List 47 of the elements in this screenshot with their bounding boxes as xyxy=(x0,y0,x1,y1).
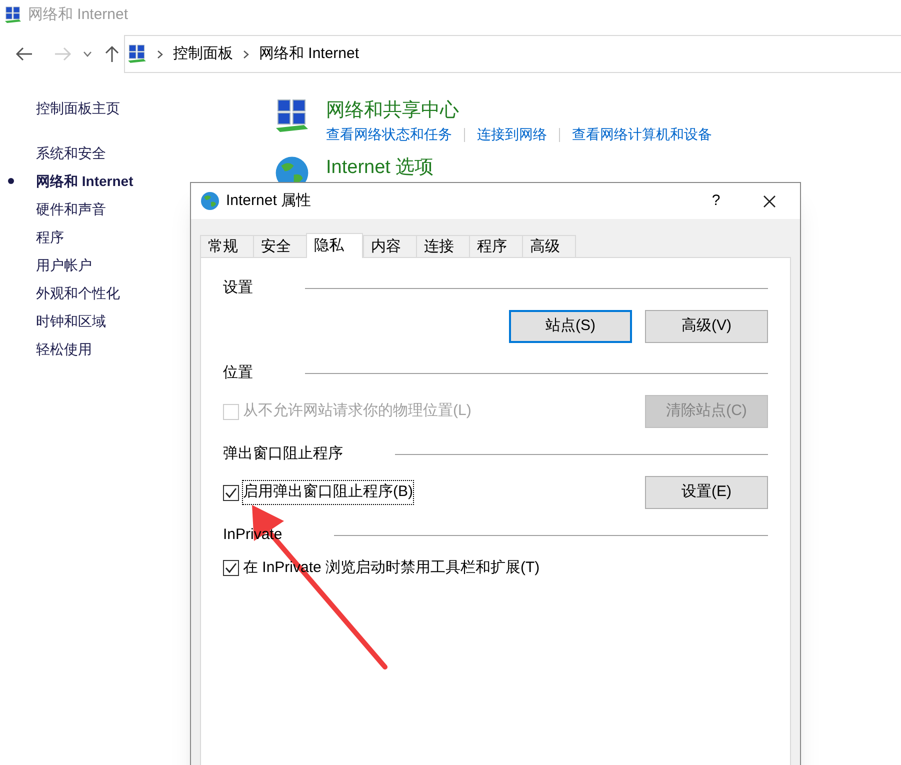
close-icon[interactable] xyxy=(763,194,776,208)
section-heading: 位置 xyxy=(223,362,253,383)
checkbox[interactable] xyxy=(223,560,239,576)
checkbox-label: 从不允许网站请求你的物理位置(L) xyxy=(243,401,472,422)
dialog-title: Internet 属性 xyxy=(226,190,312,211)
up-icon[interactable] xyxy=(105,45,119,63)
check-icon xyxy=(225,562,237,574)
sidebar-item[interactable]: 外观和个性化 xyxy=(36,282,120,304)
dropdown-icon[interactable] xyxy=(83,51,92,57)
task-link[interactable]: 连接到网络 xyxy=(477,124,547,145)
checkbox-label: 启用弹出窗口阻止程序(B) xyxy=(243,481,413,504)
bullet-icon xyxy=(8,178,14,184)
tab[interactable]: 高级 xyxy=(522,235,576,258)
chevron-icon xyxy=(157,50,163,58)
tab[interactable]: 隐私 xyxy=(306,233,363,258)
checkbox[interactable] xyxy=(223,484,239,500)
task-link[interactable]: 查看网络计算机和设备 xyxy=(572,124,712,145)
sidebar-item[interactable]: 硬件和声音 xyxy=(36,198,106,220)
task-link[interactable]: 查看网络状态和任务 xyxy=(326,124,452,145)
back-icon[interactable] xyxy=(15,47,33,61)
sidebar-item[interactable]: 程序 xyxy=(36,226,64,248)
dialog-button[interactable]: 设置(E) xyxy=(645,476,768,509)
chevron-icon xyxy=(243,50,249,58)
network-icon xyxy=(4,6,22,24)
sidebar-item[interactable]: 系统和安全 xyxy=(36,142,106,164)
category-title[interactable]: 网络和共享中心 xyxy=(326,98,712,124)
dialog-button[interactable]: 站点(S) xyxy=(509,310,632,343)
breadcrumb-item[interactable]: 网络和 Internet xyxy=(259,42,360,66)
section-heading: 设置 xyxy=(223,278,253,298)
sidebar-item[interactable]: 轻松使用 xyxy=(36,338,92,360)
address-bar[interactable]: 控制面板 网络和 Internet xyxy=(124,35,901,73)
tab[interactable]: 常规 xyxy=(200,235,254,258)
category-title[interactable]: Internet 选项 xyxy=(326,155,434,181)
network-icon xyxy=(274,98,310,134)
sidebar-item[interactable]: 时钟和区域 xyxy=(36,310,106,332)
dialog-button[interactable]: 高级(V) xyxy=(645,310,768,343)
sidebar-link[interactable]: 控制面板主页 xyxy=(36,98,250,126)
tab[interactable]: 内容 xyxy=(363,235,417,258)
globe-icon xyxy=(200,191,220,211)
sidebar-item[interactable]: 用户帐户 xyxy=(36,254,92,276)
check-icon xyxy=(225,486,237,498)
section-heading: 弹出窗口阻止程序 xyxy=(223,444,343,464)
sidebar-item[interactable]: 网络和 Internet xyxy=(36,170,134,192)
breadcrumb-item[interactable]: 控制面板 xyxy=(173,42,233,66)
network-icon xyxy=(127,44,147,64)
window-title: 网络和 Internet xyxy=(28,4,128,25)
help-button[interactable]: ? xyxy=(693,190,739,212)
